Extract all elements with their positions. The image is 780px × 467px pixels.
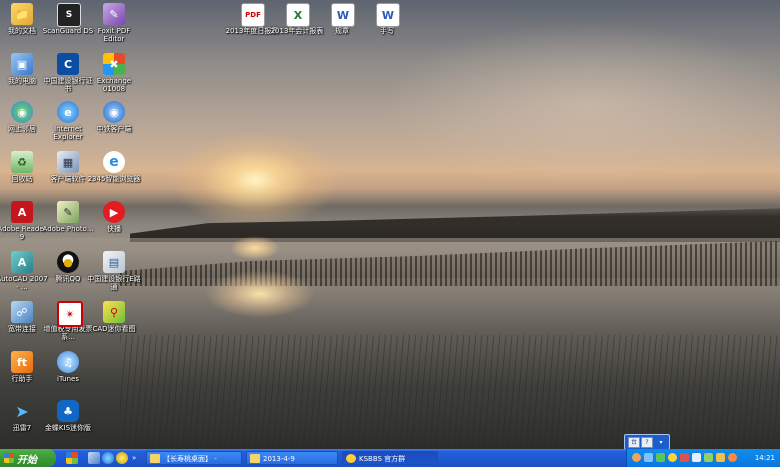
foreground-grass	[120, 335, 780, 449]
tray-shield-icon[interactable]	[716, 453, 725, 462]
tray-user-icon[interactable]	[632, 453, 641, 462]
desktop-icon-2345-browser[interactable]: e 2345智能浏览器	[87, 151, 141, 183]
itunes-icon: ♫	[57, 351, 79, 373]
scanguard-icon: S	[57, 3, 81, 27]
network-places-icon: ◉	[11, 101, 33, 123]
tray-network-icon[interactable]	[644, 453, 653, 462]
excel-file-icon: X	[286, 3, 310, 27]
input-method-icon[interactable]: 台	[628, 437, 640, 448]
broadband-connection-icon: ☍	[11, 301, 33, 323]
taskbar-button-date-folder[interactable]: 2013-4-9	[246, 451, 338, 465]
client-software-icon: ▦	[57, 151, 79, 173]
sun-glow	[170, 130, 340, 230]
recycle-bin-icon: ♻	[11, 151, 33, 173]
quicklaunch-more-icon[interactable]: »	[132, 452, 138, 464]
foxit-pdf-icon: ✎	[103, 3, 125, 25]
taskbar: 开始 » 【长寿桃桌面】 - 2013-4-9 KSBBS 官方群 14:21	[0, 449, 780, 467]
taskbar-button-qq-group[interactable]: KSBBS 官方群	[342, 451, 438, 465]
my-documents-icon: 📁	[11, 3, 33, 25]
taskbar-button-folder[interactable]: 【长寿桃桌面】 -	[146, 451, 242, 465]
qq-group-icon	[346, 454, 356, 463]
word-file-icon: W	[331, 3, 355, 27]
minimize-icon[interactable]: ▾	[655, 437, 667, 448]
tencent-qq-icon: ●	[57, 251, 79, 273]
desktop-icon-handwriting[interactable]: W 手写	[360, 3, 414, 35]
tray-connection-icon[interactable]	[704, 453, 713, 462]
bank-helper-icon: ft	[11, 351, 33, 373]
tray-app-icon[interactable]	[680, 453, 689, 462]
show-desktop-icon[interactable]	[66, 452, 78, 464]
adobe-reader-icon: A	[11, 201, 33, 223]
qvod-player-icon: ▶	[103, 201, 125, 223]
thunder-icon: ➤	[15, 401, 29, 421]
desktop-icon-foxit[interactable]: ✎ Foxit PDF Editor	[87, 3, 141, 43]
browser-2345-icon: e	[103, 151, 125, 173]
exchange-icon: ✖	[103, 53, 125, 75]
tray-security-icon[interactable]	[656, 453, 665, 462]
desktop-icon-cad-viewer[interactable]: ⚲ CAD迷你看图	[87, 301, 141, 333]
word-file-icon: W	[376, 3, 400, 27]
crec-client-icon: ◉	[103, 101, 125, 123]
quicklaunch-explorer-icon[interactable]	[88, 452, 100, 464]
start-label: 开始	[17, 454, 37, 466]
kingdee-kis-icon: ♣	[57, 400, 79, 422]
internet-explorer-icon: e	[57, 101, 79, 123]
ccb-certificate-icon: C	[57, 53, 79, 75]
folder-icon	[150, 454, 160, 463]
desktop-icon-crec[interactable]: ◉ 中铁客户端	[87, 101, 141, 133]
quicklaunch-app-icon[interactable]	[116, 452, 128, 464]
desktop-icon-ccb-eroad[interactable]: ▤ 中国建设银行E路通	[87, 251, 141, 291]
desktop-icon-itunes[interactable]: ♫ iTunes	[41, 351, 95, 383]
autocad-icon: A	[11, 251, 33, 273]
vat-invoice-icon: ✴	[57, 301, 83, 327]
folder-icon	[250, 454, 260, 463]
adobe-photoshop-icon: ✎	[57, 201, 79, 223]
my-computer-icon: ▣	[11, 53, 33, 75]
help-icon[interactable]: ?	[641, 437, 653, 448]
sky-light	[380, 20, 780, 190]
desktop-icon-kingdee[interactable]: ♣ 金蝶KIS迷你版	[41, 400, 95, 432]
system-tray: 14:21	[626, 449, 780, 467]
tree-line	[130, 208, 780, 242]
tray-volume-icon[interactable]	[692, 453, 701, 462]
pdf-file-icon: PDF	[241, 3, 265, 27]
tray-qq-icon[interactable]	[668, 453, 677, 462]
desktop-icon-exchange[interactable]: ✖ Exchange 01008	[87, 53, 141, 93]
tray-update-icon[interactable]	[728, 453, 737, 462]
cad-mini-viewer-icon: ⚲	[103, 301, 125, 323]
quicklaunch-ie-icon[interactable]	[102, 452, 114, 464]
windows-logo-icon	[4, 453, 14, 463]
start-button[interactable]: 开始	[0, 449, 56, 467]
ccb-eroad-icon: ▤	[103, 251, 125, 273]
clock[interactable]: 14:21	[755, 449, 775, 467]
desktop-icon-qvod[interactable]: ▶ 快播	[87, 201, 141, 233]
language-bar[interactable]: 台 ? ▾	[624, 434, 670, 450]
